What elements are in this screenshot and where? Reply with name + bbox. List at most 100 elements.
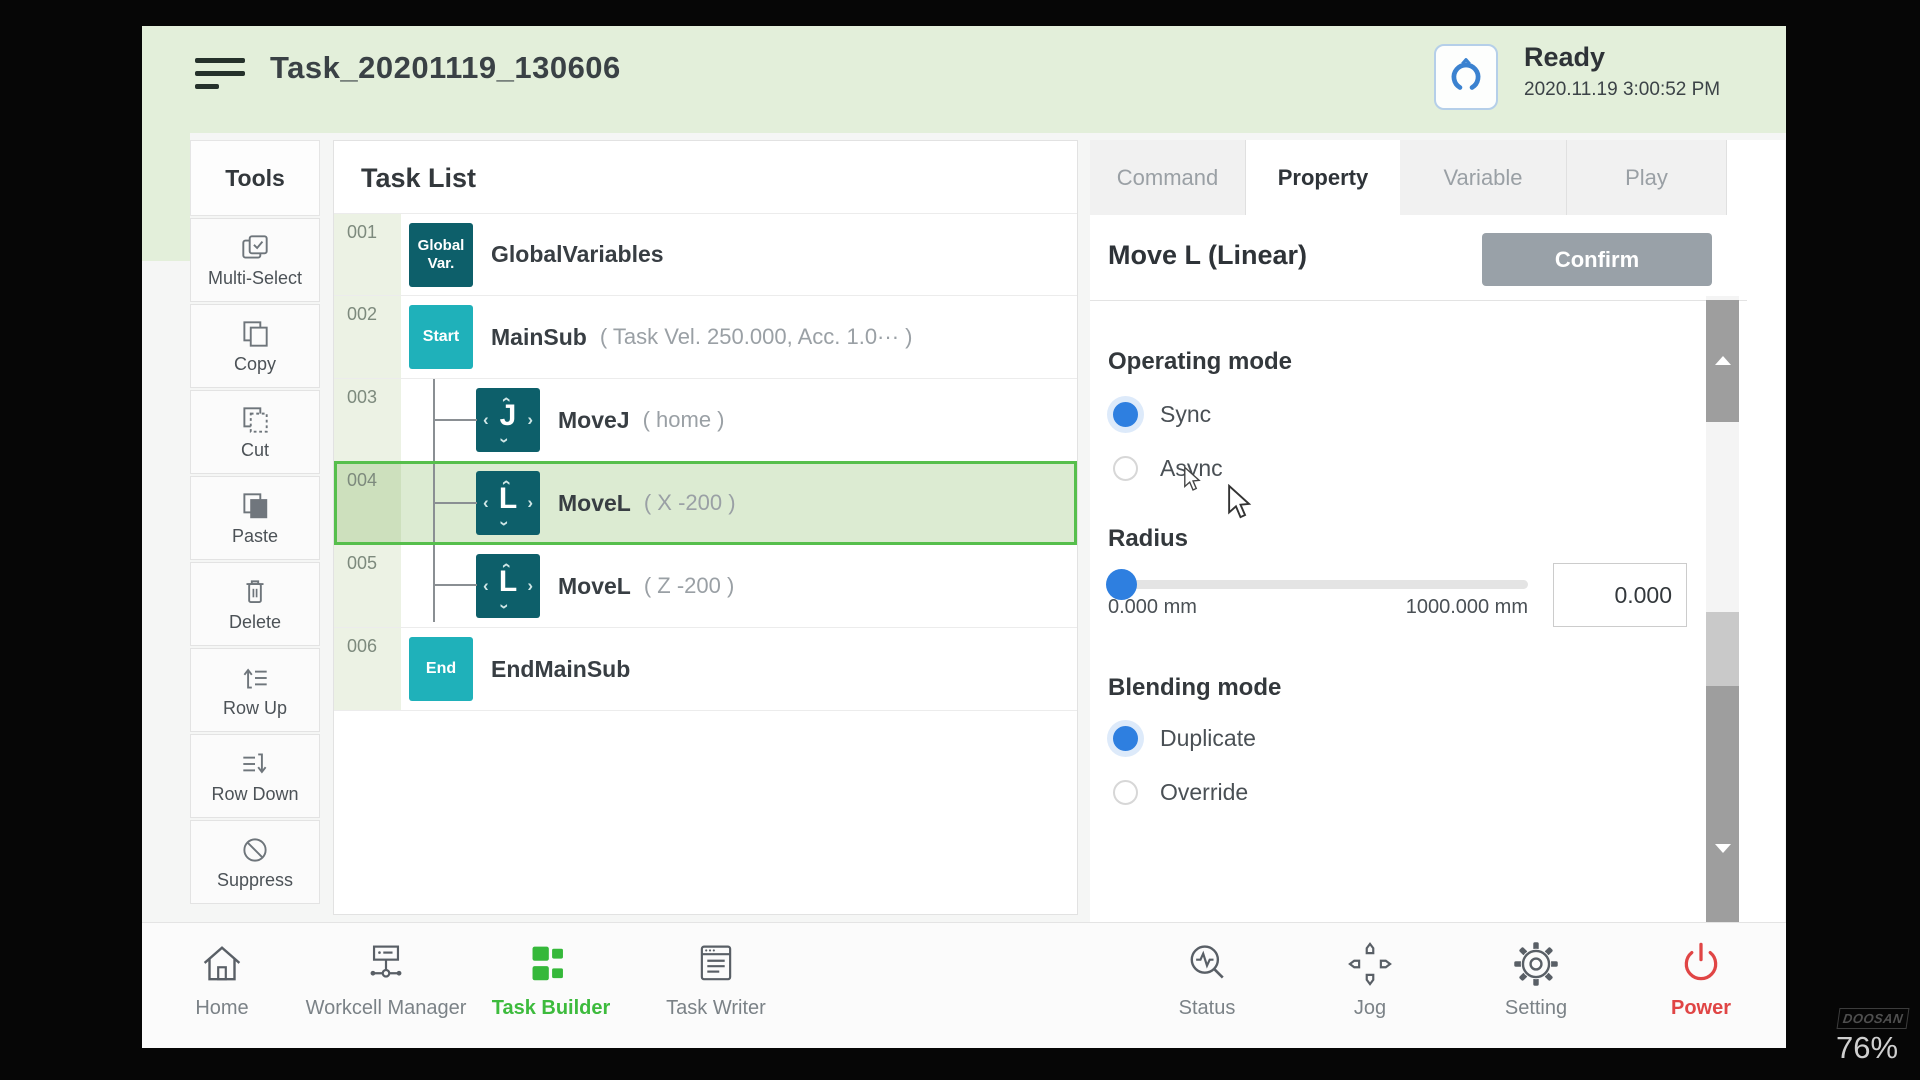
task-name: GlobalVariables bbox=[491, 241, 664, 268]
row-number: 006 bbox=[334, 628, 401, 710]
tool-label: Row Down bbox=[211, 784, 298, 805]
task-name: MoveL bbox=[558, 573, 631, 600]
tab-command[interactable]: Command bbox=[1090, 140, 1246, 215]
radio-sync[interactable]: Sync bbox=[1113, 401, 1211, 428]
pendant-screen: Task_20201119_130606 Ready 2020.11.19 3:… bbox=[142, 26, 1786, 1048]
radius-value-input[interactable] bbox=[1553, 563, 1687, 627]
task-builder-icon bbox=[526, 939, 576, 989]
nav-status[interactable]: Status bbox=[1122, 933, 1292, 1043]
radio-selected-icon[interactable] bbox=[1113, 726, 1138, 751]
scroll-down-icon bbox=[1715, 844, 1731, 853]
nav-power[interactable]: Power bbox=[1616, 933, 1786, 1043]
radio-async[interactable]: Async bbox=[1113, 455, 1223, 482]
row-number: 005 bbox=[334, 545, 401, 627]
property-panel: Command Property Variable Play Move L (L… bbox=[1090, 140, 1785, 922]
doosan-watermark: DOOSAN bbox=[1837, 1008, 1910, 1029]
confirm-button[interactable]: Confirm bbox=[1482, 233, 1712, 286]
scroll-up-icon bbox=[1715, 356, 1731, 365]
tab-property[interactable]: Property bbox=[1246, 140, 1400, 215]
tree-connector bbox=[433, 419, 477, 421]
tool-label: Row Up bbox=[223, 698, 287, 719]
task-name: MoveL bbox=[558, 490, 631, 517]
paste-icon bbox=[238, 489, 272, 523]
nav-workcell-manager[interactable]: Workcell Manager bbox=[301, 933, 471, 1043]
volume-percent-overlay: 76% bbox=[1836, 1030, 1898, 1066]
scroll-down-button[interactable] bbox=[1706, 686, 1739, 922]
task-params: ( Z -200 ) bbox=[644, 573, 734, 599]
hamburger-menu-icon[interactable] bbox=[195, 58, 245, 100]
task-list-title: Task List bbox=[361, 163, 476, 194]
paste-button[interactable]: Paste bbox=[190, 476, 320, 560]
radio-unselected-icon[interactable] bbox=[1113, 780, 1138, 805]
cut-icon bbox=[238, 403, 272, 437]
operating-mode-label: Operating mode bbox=[1108, 348, 1292, 376]
task-name: MainSub bbox=[491, 324, 587, 351]
scroll-up-button[interactable] bbox=[1706, 300, 1739, 422]
radius-slider-track[interactable] bbox=[1108, 580, 1528, 589]
radio-unselected-icon[interactable] bbox=[1113, 456, 1138, 481]
delete-button[interactable]: Delete bbox=[190, 562, 320, 646]
robot-status-button[interactable] bbox=[1434, 44, 1498, 110]
task-params: ( Task Vel. 250.000, Acc. 1.0··· ) bbox=[600, 324, 913, 350]
task-row-mainsub[interactable]: 002 Start MainSub ( Task Vel. 250.000, A… bbox=[334, 296, 1077, 379]
movel-icon: L ‹› ›› bbox=[476, 471, 540, 535]
tab-play[interactable]: Play bbox=[1567, 140, 1727, 215]
task-row-movel-2[interactable]: 005 L ‹› ›› MoveL ( Z -200 ) bbox=[334, 545, 1077, 628]
copy-button[interactable]: Copy bbox=[190, 304, 320, 388]
task-params: ( home ) bbox=[643, 407, 725, 433]
row-number: 001 bbox=[334, 214, 401, 295]
task-name: EndMainSub bbox=[491, 656, 630, 683]
property-scrollbar[interactable] bbox=[1706, 296, 1739, 922]
tool-label: Multi-Select bbox=[208, 268, 302, 289]
workcell-icon bbox=[361, 939, 411, 989]
global-var-badge: Global Var. bbox=[409, 223, 473, 287]
status-label: Ready bbox=[1524, 42, 1720, 73]
trash-icon bbox=[238, 575, 272, 609]
bottom-navigation: Home Workcell Manager Task Bui bbox=[142, 922, 1786, 1048]
nav-home[interactable]: Home bbox=[142, 933, 307, 1043]
tree-connector bbox=[433, 584, 477, 586]
header-green-patch bbox=[142, 133, 190, 261]
setting-icon bbox=[1511, 939, 1561, 989]
task-row-endmainsub[interactable]: 006 End EndMainSub bbox=[334, 628, 1077, 711]
robot-ready-icon bbox=[1445, 56, 1487, 98]
radio-duplicate[interactable]: Duplicate bbox=[1113, 725, 1256, 752]
row-number: 003 bbox=[334, 379, 401, 461]
radio-override[interactable]: Override bbox=[1113, 779, 1248, 806]
radio-selected-icon[interactable] bbox=[1113, 402, 1138, 427]
command-title: Move L (Linear) bbox=[1108, 240, 1307, 271]
suppress-icon bbox=[238, 833, 272, 867]
jog-icon bbox=[1345, 939, 1395, 989]
blending-mode-label: Blending mode bbox=[1108, 674, 1281, 702]
row-number: 002 bbox=[334, 296, 401, 378]
radius-label: Radius bbox=[1108, 525, 1188, 553]
cut-button[interactable]: Cut bbox=[190, 390, 320, 474]
task-params: ( X -200 ) bbox=[644, 490, 736, 516]
divider bbox=[1090, 300, 1747, 301]
tools-title: Tools bbox=[190, 140, 320, 216]
property-tabs: Command Property Variable Play bbox=[1090, 140, 1785, 215]
multi-select-icon bbox=[238, 231, 272, 265]
page-title: Task_20201119_130606 bbox=[270, 50, 621, 86]
tools-sidebar: Tools Multi-Select Copy Cut bbox=[190, 140, 320, 922]
status-icon bbox=[1182, 939, 1232, 989]
multi-select-button[interactable]: Multi-Select bbox=[190, 218, 320, 302]
nav-task-writer[interactable]: Task Writer bbox=[631, 933, 801, 1043]
end-badge: End bbox=[409, 637, 473, 701]
row-down-button[interactable]: Row Down bbox=[190, 734, 320, 818]
suppress-button[interactable]: Suppress bbox=[190, 820, 320, 904]
task-row-globalvariables[interactable]: 001 Global Var. GlobalVariables bbox=[334, 213, 1077, 296]
task-list-panel: Task List 001 Global Var. GlobalVariable… bbox=[333, 140, 1078, 915]
scroll-thumb[interactable] bbox=[1706, 612, 1739, 686]
tab-variable[interactable]: Variable bbox=[1400, 140, 1567, 215]
tool-label: Paste bbox=[232, 526, 278, 547]
power-icon bbox=[1676, 939, 1726, 989]
status-timestamp: 2020.11.19 3:00:52 PM bbox=[1524, 79, 1720, 101]
movej-icon: J ‹› ›› bbox=[476, 388, 540, 452]
nav-task-builder[interactable]: Task Builder bbox=[466, 933, 636, 1043]
copy-icon bbox=[238, 317, 272, 351]
row-up-button[interactable]: Row Up bbox=[190, 648, 320, 732]
nav-jog[interactable]: Jog bbox=[1285, 933, 1455, 1043]
movel-icon: L ‹› ›› bbox=[476, 554, 540, 618]
nav-setting[interactable]: Setting bbox=[1451, 933, 1621, 1043]
